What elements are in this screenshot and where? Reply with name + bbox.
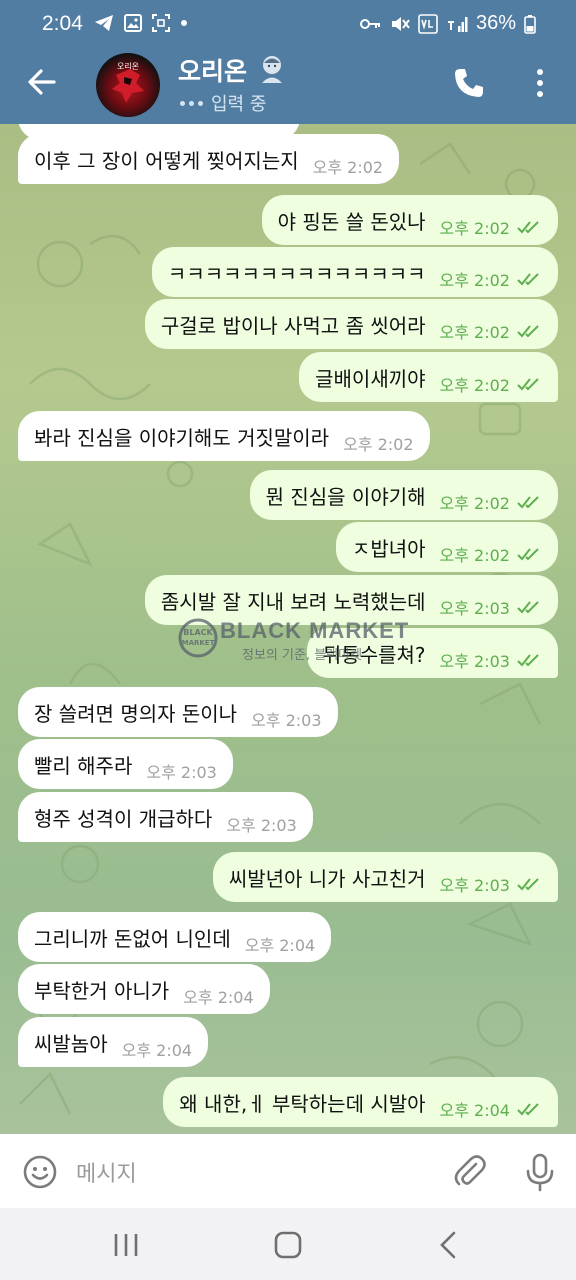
message-text: ㅋㅋㅋㅋㅋㅋㅋㅋㅋㅋㅋㅋㅋㅋ [167,261,426,286]
back-arrow-icon[interactable] [24,64,60,100]
message-time: 오후 2:03 [226,816,297,835]
message-time: 오후 2:03 [439,876,510,895]
read-checkmarks-icon [517,325,539,338]
message-bubble-outgoing[interactable]: 구걸로 밥이나 사먹고 좀 씻어라 오후 2:02 [144,299,558,349]
message-time: 오후 2:04 [183,988,254,1007]
message-time: 오후 2:02 [312,158,384,177]
message-bubble-incoming[interactable]: 형주 성격이 개급하다 오후 2:03 [18,792,313,842]
recent-apps-icon[interactable] [110,1232,142,1258]
message-text: 씨발놈아 [34,1031,108,1056]
message-bubble-outgoing[interactable]: 왜 내한,ㅔ 부탁하는데 시발아 오후 2:04 [163,1077,558,1127]
message-bubble-outgoing[interactable]: ㅋㅋㅋㅋㅋㅋㅋㅋㅋㅋㅋㅋㅋㅋ 오후 2:02 [151,247,558,297]
more-options-icon[interactable] [528,66,552,100]
signal-icon [447,16,468,32]
message-text: 글배이새끼야 [315,366,426,391]
system-navigation-bar [0,1208,576,1280]
message-bubble-outgoing[interactable]: 글배이새끼야 오후 2:02 [299,352,558,402]
message-time: 오후 2:02 [439,546,510,565]
read-checkmarks-icon [517,548,539,561]
read-checkmarks-icon [517,878,539,891]
message-text: 왜 내한,ㅔ 부탁하는데 시발아 [179,1091,426,1116]
message-bubble-incoming[interactable]: 그리니까 돈없어 니인데 오후 2:04 [18,912,332,962]
message-bubble-incoming[interactable]: 장 쓸려면 명의자 돈이나 오후 2:03 [18,687,338,737]
chat-area[interactable]: 이후 그 장이 어떻게 찢어지는지 오후 2:02 야 핑돈 쓸 돈있나 오후 … [0,124,576,1134]
status-time: 2:04 [42,12,83,35]
message-bubble-incoming[interactable]: 빨리 해주라 오후 2:03 [18,739,233,789]
message-time: 오후 2:03 [439,599,510,618]
message-time: 오후 2:02 [343,435,414,454]
chat-header: 오리온 오리온 입력 중 [0,50,576,124]
watermark-logo-line1: BLACK [183,628,213,637]
battery-percent: 36% [475,12,516,34]
read-checkmarks-icon [517,601,539,614]
telegram-icon [95,15,113,31]
message-text: 빨리 해주라 [34,753,133,778]
mute-icon [391,16,410,31]
message-input[interactable]: 메시지 [76,1154,416,1190]
message-time: 오후 2:02 [439,271,510,290]
message-text: 씨발년아 니가 사고친거 [228,866,426,891]
profile-badge-icon [262,56,282,83]
message-text: 이후 그 장이 어떻게 찢어지는지 [34,148,299,173]
message-time: 오후 2:02 [439,219,510,238]
message-text: 좀시발 잘 지내 보려 노력했는데 [160,589,426,614]
avatar-emblem-icon [112,69,144,103]
paperclip-icon[interactable] [450,1152,488,1190]
typing-label: 입력 중 [211,94,267,115]
message-bubble-incoming[interactable]: 봐라 진심을 이야기해도 거짓말이라 오후 2:02 [18,411,430,461]
message-time: 오후 2:02 [439,323,510,342]
message-time: 오후 2:03 [439,652,510,671]
watermark-logo-line2: MARKET [182,639,215,647]
message-time: 오후 2:03 [251,711,322,730]
message-composer: 메시지 [0,1134,576,1208]
typing-dots-icon [180,100,203,106]
message-time: 오후 2:04 [244,936,316,955]
avatar[interactable]: 오리온 [96,53,160,117]
watermark-title: BLACK MARKET [220,618,410,643]
read-checkmarks-icon [517,221,539,234]
watermark-logo-icon: BLACK MARKET [178,618,218,658]
message-bubble-outgoing[interactable]: 뭔 진심을 이야기해 오후 2:02 [249,470,558,520]
message-bubble-incoming[interactable]: 이후 그 장이 어떻게 찢어지는지 오후 2:02 [18,134,400,184]
read-checkmarks-icon [517,378,539,391]
message-bubble-outgoing[interactable]: 씨발년아 니가 사고친거 오후 2:03 [212,852,558,902]
watermark-subtitle: 정보의 기준, 블랙마켓 [242,648,363,663]
message-bubble-outgoing[interactable]: ㅈ밥녀아 오후 2:02 [335,522,558,572]
message-text: 그리니까 돈없어 니인데 [34,926,231,951]
message-time: 오후 2:04 [121,1041,193,1060]
microphone-icon[interactable] [524,1152,556,1192]
message-bubble-incoming[interactable]: 부탁한거 아니가 오후 2:04 [18,964,270,1014]
message-text: 형주 성격이 개급하다 [34,806,213,831]
message-bubble-outgoing[interactable]: 야 핑돈 쓸 돈있나 오후 2:02 [261,195,558,245]
message-time: 오후 2:04 [439,1101,510,1120]
message-text: 부탁한거 아니가 [34,978,170,1003]
message-time: 오후 2:02 [439,376,510,395]
message-text: 구걸로 밥이나 사먹고 좀 씻어라 [160,313,426,338]
emoji-icon[interactable] [22,1154,58,1190]
notification-dot-icon [181,20,187,26]
message-bubble-incoming[interactable]: 씨발놈아 오후 2:04 [18,1017,209,1067]
contact-name: 오리온 [178,57,248,86]
key-icon [359,18,380,29]
gallery-icon [124,14,142,32]
nav-back-icon[interactable] [436,1230,460,1260]
home-icon[interactable] [272,1230,304,1260]
phone-icon[interactable] [452,66,486,100]
message-text: 뭔 진심을 이야기해 [265,484,426,509]
read-checkmarks-icon [517,496,539,509]
message-text: 장 쓸려면 명의자 돈이나 [34,701,238,726]
status-bar: 2:04 36% [0,0,576,50]
battery-icon [524,14,536,34]
message-text: 봐라 진심을 이야기해도 거짓말이라 [34,425,330,450]
read-checkmarks-icon [517,654,539,667]
read-checkmarks-icon [517,1103,539,1116]
read-checkmarks-icon [517,273,539,286]
message-time: 오후 2:02 [439,494,510,513]
volte-icon [418,13,438,34]
screenshot-icon [152,14,170,32]
message-time: 오후 2:03 [146,763,217,782]
typing-status: 입력 중 [180,90,266,116]
message-text: ㅈ밥녀아 [351,536,426,561]
message-text: 야 핑돈 쓸 돈있나 [277,209,426,234]
